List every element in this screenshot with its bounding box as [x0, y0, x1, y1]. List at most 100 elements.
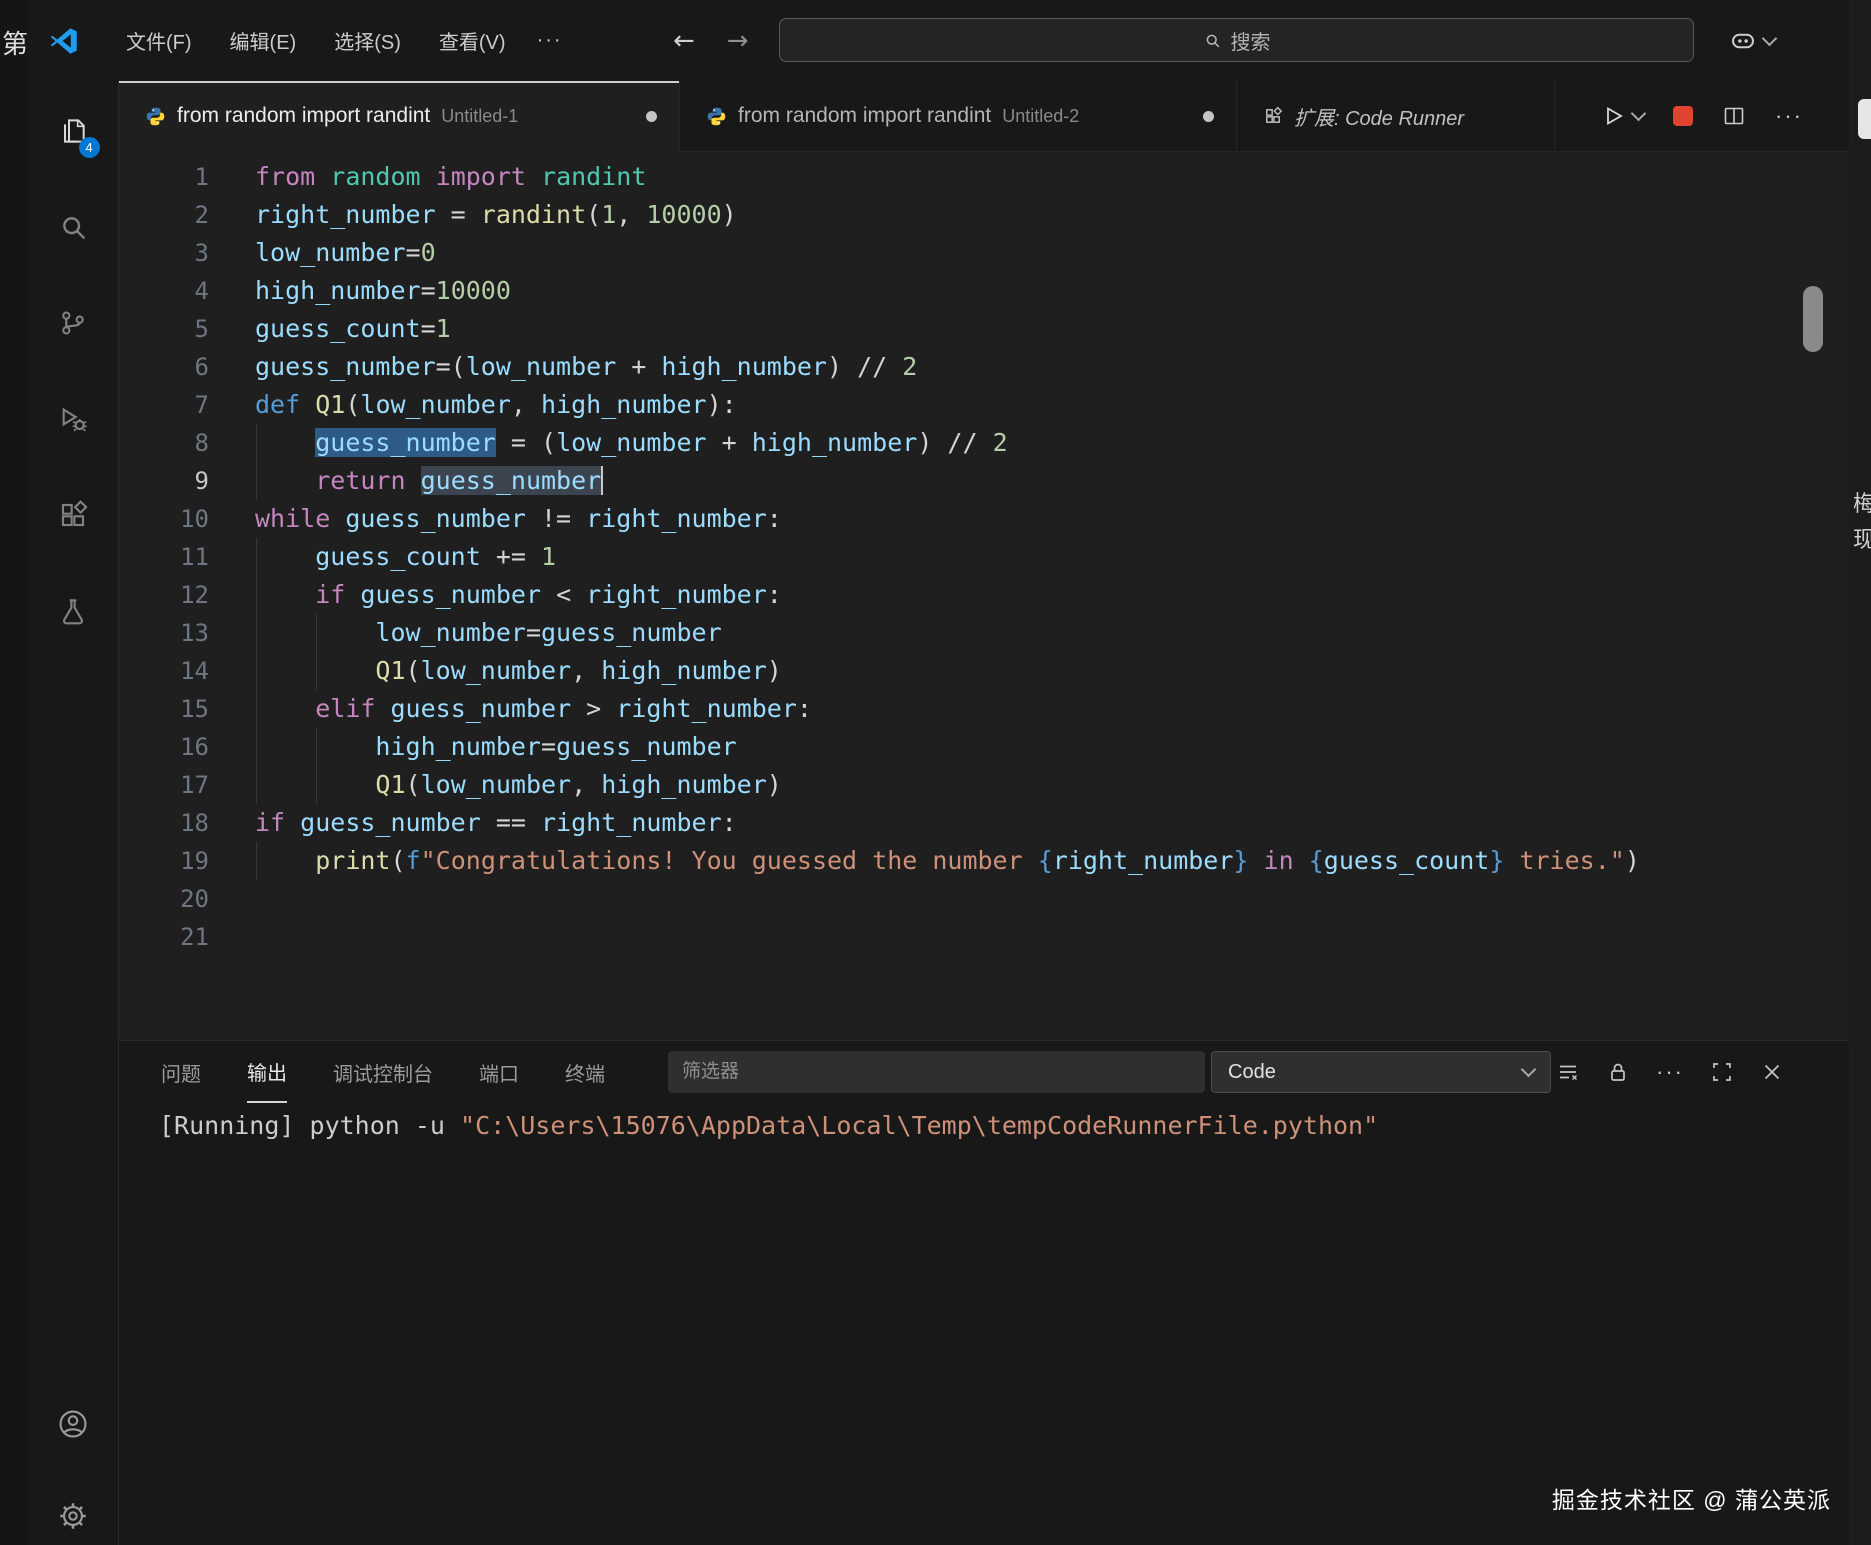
code-line-3: 3low_number=0 [119, 234, 1849, 272]
panel-tab-2[interactable]: 输出 [247, 1041, 287, 1103]
code-line-1: 1from random import randint [119, 158, 1849, 196]
code-line-5: 5guess_count=1 [119, 310, 1849, 348]
background-partial-char: 现 [1853, 522, 1871, 554]
python-file-icon [706, 106, 727, 127]
tab-modified-dot[interactable] [646, 111, 657, 122]
code-line-19: 19 print(f"Congratulations! You guessed … [119, 842, 1849, 880]
split-editor-icon[interactable] [1722, 104, 1746, 128]
code-line-4: 4high_number=10000 [119, 272, 1849, 310]
line-number: 15 [119, 690, 209, 728]
menubar: 文件(F)编辑(E)选择(S)查看(V) [109, 17, 523, 64]
vscode-logo-icon [47, 24, 81, 58]
copilot-icon[interactable] [1728, 26, 1758, 56]
code-line-20: 20 [119, 880, 1849, 918]
panel-tab-1[interactable]: 问题 [161, 1041, 201, 1103]
code-line-21: 21 [119, 918, 1849, 956]
tab-detail: Untitled-2 [1002, 106, 1079, 127]
indent-guide [256, 842, 257, 880]
clear-output-icon[interactable] [1556, 1060, 1580, 1084]
maximize-panel-icon[interactable] [1710, 1060, 1734, 1084]
line-number: 5 [119, 310, 209, 348]
run-options-chevron-icon[interactable] [1631, 106, 1647, 122]
menu-item-1[interactable]: 文件(F) [109, 17, 209, 64]
forward-button[interactable]: → [727, 26, 749, 56]
source-control-icon[interactable] [49, 299, 97, 347]
background-partial-char: 梅 [1853, 486, 1871, 518]
extensions-tab-icon [1263, 106, 1283, 126]
titlebar: 文件(F)编辑(E)选择(S)查看(V) ··· ← → 搜索 [27, 0, 1849, 82]
code-lines: 1from random import randint2right_number… [119, 152, 1849, 956]
line-number: 21 [119, 918, 209, 956]
background-partial-text: 第 [2, 24, 27, 61]
line-number: 17 [119, 766, 209, 804]
panel-more-actions-button[interactable]: ··· [1656, 1059, 1684, 1085]
line-number: 9 [119, 462, 209, 500]
back-button[interactable]: ← [673, 26, 695, 56]
panel-tab-3[interactable]: 调试控制台 [333, 1041, 433, 1103]
output-command: python -u [310, 1111, 461, 1140]
extensions-icon[interactable] [49, 491, 97, 539]
code-line-14: 14 Q1(low_number, high_number) [119, 652, 1849, 690]
output-prefix: [Running] [159, 1111, 310, 1140]
tab-extension-code-runner[interactable]: 扩展: Code Runner [1237, 81, 1555, 151]
code-editor[interactable]: 1from random import randint2right_number… [119, 152, 1849, 1040]
editor-tab-bar: from random import randint Untitled-1 fr… [119, 81, 1849, 152]
bottom-panel: 问题输出调试控制台端口终端 Code ··· [119, 1040, 1849, 1545]
stop-code-run-button[interactable] [1673, 106, 1693, 126]
background-window-right: 梅 现 [1849, 0, 1871, 1545]
line-number: 11 [119, 538, 209, 576]
close-panel-icon[interactable] [1760, 1060, 1784, 1084]
tab-title: from random import randint [177, 104, 430, 128]
copilot-chevron-down-icon[interactable] [1762, 30, 1778, 46]
editor-more-actions-button[interactable]: ··· [1775, 103, 1803, 129]
indent-guide [316, 728, 317, 804]
tab-untitled-1[interactable]: from random import randint Untitled-1 [119, 81, 680, 151]
line-number: 13 [119, 614, 209, 652]
indent-guide [316, 614, 317, 690]
editor-scrollbar-thumb[interactable] [1803, 286, 1823, 352]
command-center-search[interactable]: 搜索 [779, 18, 1694, 62]
code-line-17: 17 Q1(low_number, high_number) [119, 766, 1849, 804]
tab-modified-dot[interactable] [1203, 111, 1214, 122]
run-debug-icon[interactable] [49, 395, 97, 443]
tab-untitled-2[interactable]: from random import randint Untitled-2 [680, 81, 1237, 151]
line-number: 8 [119, 424, 209, 462]
line-number: 7 [119, 386, 209, 424]
output-channel-select[interactable]: Code [1211, 1051, 1551, 1093]
titlebar-right [1728, 0, 1775, 81]
menubar-more-button[interactable]: ··· [523, 20, 577, 61]
testing-icon[interactable] [49, 587, 97, 635]
line-number: 2 [119, 196, 209, 234]
line-number: 1 [119, 158, 209, 196]
tab-detail: Untitled-1 [441, 106, 518, 127]
background-partial-element [1858, 99, 1871, 139]
code-line-9: 9 return guess_number [119, 462, 1849, 500]
select-chevron-down-icon [1521, 1062, 1537, 1078]
line-number: 10 [119, 500, 209, 538]
search-sidebar-icon[interactable] [49, 203, 97, 251]
tab-title: 扩展: Code Runner [1294, 102, 1464, 131]
indent-guide [256, 538, 257, 804]
code-line-18: 18if guess_number == right_number: [119, 804, 1849, 842]
lock-scroll-icon[interactable] [1606, 1060, 1630, 1084]
code-line-2: 2right_number = randint(1, 10000) [119, 196, 1849, 234]
search-placeholder: 搜索 [1231, 26, 1271, 55]
panel-header: 问题输出调试控制台端口终端 Code ··· [119, 1041, 1849, 1103]
indent-guide [256, 424, 257, 500]
background-window-left: 第 [0, 0, 27, 1545]
line-number: 3 [119, 234, 209, 272]
menu-item-2[interactable]: 编辑(E) [213, 17, 314, 64]
menu-item-3[interactable]: 选择(S) [317, 17, 418, 64]
run-code-button[interactable] [1602, 104, 1644, 128]
explorer-icon[interactable]: 4 [49, 107, 97, 155]
menu-item-4[interactable]: 查看(V) [422, 17, 523, 64]
panel-tab-5[interactable]: 终端 [565, 1041, 605, 1103]
output-filter-input[interactable] [668, 1051, 1205, 1093]
account-icon[interactable] [49, 1400, 97, 1448]
editor-actions: ··· [1602, 81, 1849, 151]
settings-gear-icon[interactable] [49, 1492, 97, 1540]
panel-tab-4[interactable]: 端口 [479, 1041, 519, 1103]
line-number: 4 [119, 272, 209, 310]
code-line-6: 6guess_number=(low_number + high_number)… [119, 348, 1849, 386]
output-path: "C:\Users\15076\AppData\Local\Temp\tempC… [460, 1111, 1378, 1140]
